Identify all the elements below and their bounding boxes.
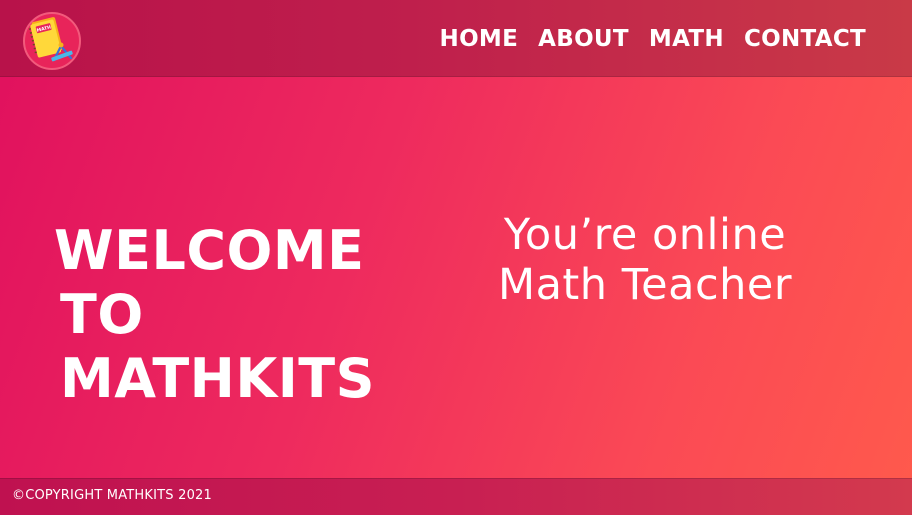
welcome-line: TO [60, 283, 144, 347]
tagline-line: You’re online [503, 210, 787, 260]
page: MATH HOME ABOUT MATH CONTACT WELCOME TO … [0, 0, 914, 515]
math-book-logo-icon: MATH [23, 12, 81, 70]
site-logo[interactable]: MATH [21, 8, 83, 70]
nav-about-link[interactable]: ABOUT [538, 22, 629, 56]
nav-home-link[interactable]: HOME [440, 22, 519, 56]
main-nav: HOME ABOUT MATH CONTACT [440, 22, 866, 56]
copyright-text: ©COPYRIGHT MATHKITS 2021 [12, 488, 212, 503]
site-header: MATH HOME ABOUT MATH CONTACT [0, 0, 912, 77]
welcome-line: MATHKITS [60, 347, 376, 411]
nav-contact-link[interactable]: CONTACT [744, 22, 866, 56]
site-footer: ©COPYRIGHT MATHKITS 2021 [0, 478, 912, 515]
welcome-line: WELCOME [54, 219, 365, 283]
nav-math-link[interactable]: MATH [649, 22, 724, 56]
welcome-heading: WELCOME TO MATHKITS [54, 219, 414, 411]
tagline-line: Math Teacher [497, 260, 793, 310]
tagline: You’re online Math Teacher [440, 210, 850, 310]
